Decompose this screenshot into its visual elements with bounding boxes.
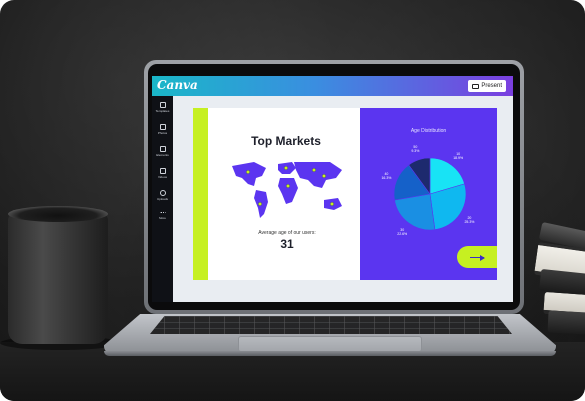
pie-label-10: 10 18.9%	[453, 152, 464, 161]
present-icon	[472, 83, 480, 89]
sidebar-item-videos[interactable]: Videos	[152, 168, 173, 179]
laptop-front-edge	[104, 351, 556, 356]
average-age-value: 31	[280, 237, 294, 251]
uploads-icon	[159, 190, 166, 196]
coffee-mug	[8, 214, 108, 344]
age-pie-chart	[393, 157, 467, 231]
sidebar-item-label: Uploads	[156, 197, 168, 201]
more-icon	[159, 212, 166, 215]
present-label: Present	[481, 83, 502, 89]
sidebar-item-label: Elements	[156, 153, 169, 157]
pie-label-30: 30 22.6%	[397, 227, 408, 236]
sidebar-item-label: Templates	[155, 109, 170, 113]
pie-label-20: 20 25.3%	[464, 215, 475, 224]
photo-scene: Canva Present Templates Photos Elements …	[0, 0, 585, 401]
chart-title: Age Distribution	[410, 128, 447, 134]
average-age-label: Average age of our users:	[258, 230, 316, 236]
world-map	[232, 162, 342, 218]
pie-label-50: 50 9.3%	[411, 145, 420, 154]
videos-icon	[159, 168, 166, 174]
sidebar-item-photos[interactable]: Photos	[152, 124, 173, 135]
photos-icon	[159, 124, 166, 130]
sidebar-item-elements[interactable]: Elements	[152, 146, 173, 157]
laptop-screen: Canva Present Templates Photos Elements …	[152, 76, 513, 302]
sidebar-item-uploads[interactable]: Uploads	[152, 190, 173, 201]
sidebar-item-label: Videos	[157, 175, 168, 179]
present-button[interactable]: Present	[468, 80, 506, 92]
pie-slice-30	[394, 193, 436, 231]
keyboard-rows	[150, 316, 512, 334]
book	[547, 310, 585, 336]
templates-icon	[159, 102, 166, 108]
elements-icon	[159, 146, 166, 152]
mug-rim	[8, 206, 108, 222]
editor-sidebar: Templates Photos Elements Videos Uploads…	[152, 96, 173, 302]
pie-label-40: 40 16.3%	[381, 172, 392, 181]
sidebar-item-templates[interactable]: Templates	[152, 102, 173, 113]
canva-logo[interactable]: Canva	[157, 78, 198, 92]
trackpad	[238, 336, 422, 352]
sidebar-item-label: More	[159, 216, 166, 220]
sidebar-item-more[interactable]: More	[152, 212, 173, 220]
editor-top-bar: Canva Present	[152, 76, 513, 96]
arrow-head-icon	[480, 254, 485, 261]
accent-strip	[193, 108, 208, 280]
slide-title: Top Markets	[251, 134, 321, 148]
sidebar-item-label: Photos	[157, 131, 168, 135]
